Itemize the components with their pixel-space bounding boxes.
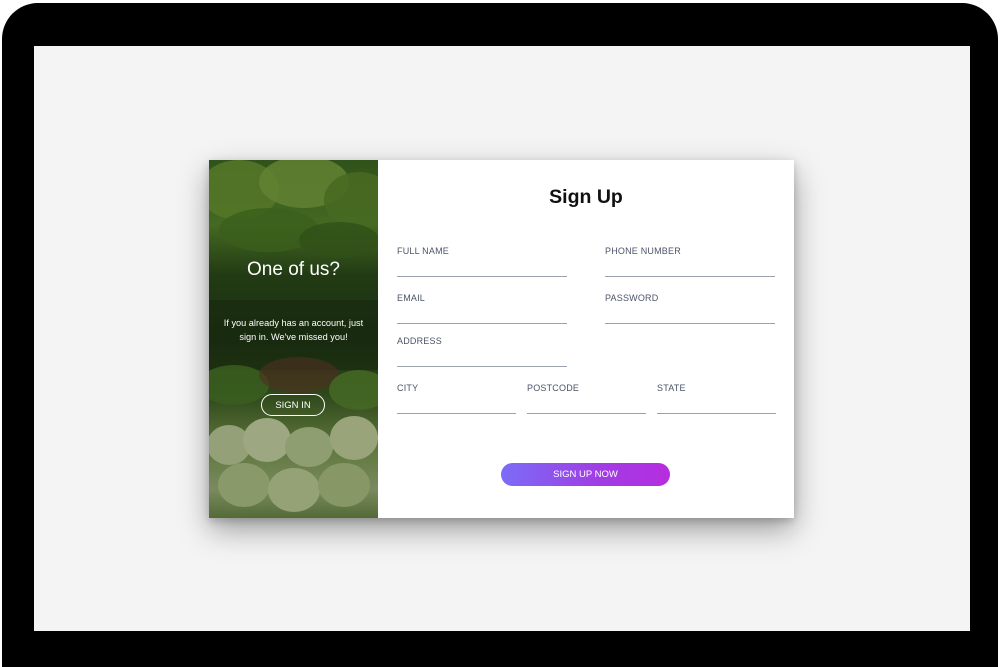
city-input[interactable] <box>397 396 516 414</box>
address-input[interactable] <box>397 349 567 367</box>
email-input[interactable] <box>397 306 567 324</box>
full-name-label: FULL NAME <box>397 246 449 256</box>
password-label: PASSWORD <box>605 293 659 303</box>
password-input[interactable] <box>605 306 775 324</box>
email-label: EMAIL <box>397 293 426 303</box>
panel-title: One of us? <box>247 259 340 280</box>
state-field: STATE <box>657 383 776 414</box>
sign-up-button[interactable]: SIGN UP NOW <box>501 463 670 486</box>
postcode-field: POSTCODE <box>527 383 646 414</box>
password-field: PASSWORD <box>605 293 775 324</box>
postcode-input[interactable] <box>527 396 646 414</box>
form-title: Sign Up <box>549 186 623 208</box>
panel-description: If you already has an account, just sign… <box>223 318 364 342</box>
sign-in-button[interactable]: SIGN IN <box>261 394 325 416</box>
screen: One of us? If you already has an account… <box>34 46 970 631</box>
full-name-input[interactable] <box>397 259 567 277</box>
full-name-field: FULL NAME <box>397 246 567 277</box>
phone-number-field: PHONE NUMBER <box>605 246 775 277</box>
city-field: CITY <box>397 383 516 414</box>
phone-number-input[interactable] <box>605 259 775 277</box>
laptop-frame: One of us? If you already has an account… <box>2 3 998 667</box>
image-panel: One of us? If you already has an account… <box>209 160 378 518</box>
email-field: EMAIL <box>397 293 567 324</box>
signup-form: Sign Up FULL NAME PHONE NUMBER EMAIL PAS… <box>378 160 794 518</box>
address-label: ADDRESS <box>397 336 442 346</box>
city-label: CITY <box>397 383 419 393</box>
state-input[interactable] <box>657 396 776 414</box>
postcode-label: POSTCODE <box>527 383 580 393</box>
state-label: STATE <box>657 383 686 393</box>
signup-card: One of us? If you already has an account… <box>209 160 794 518</box>
address-field: ADDRESS <box>397 336 567 367</box>
phone-number-label: PHONE NUMBER <box>605 246 681 256</box>
